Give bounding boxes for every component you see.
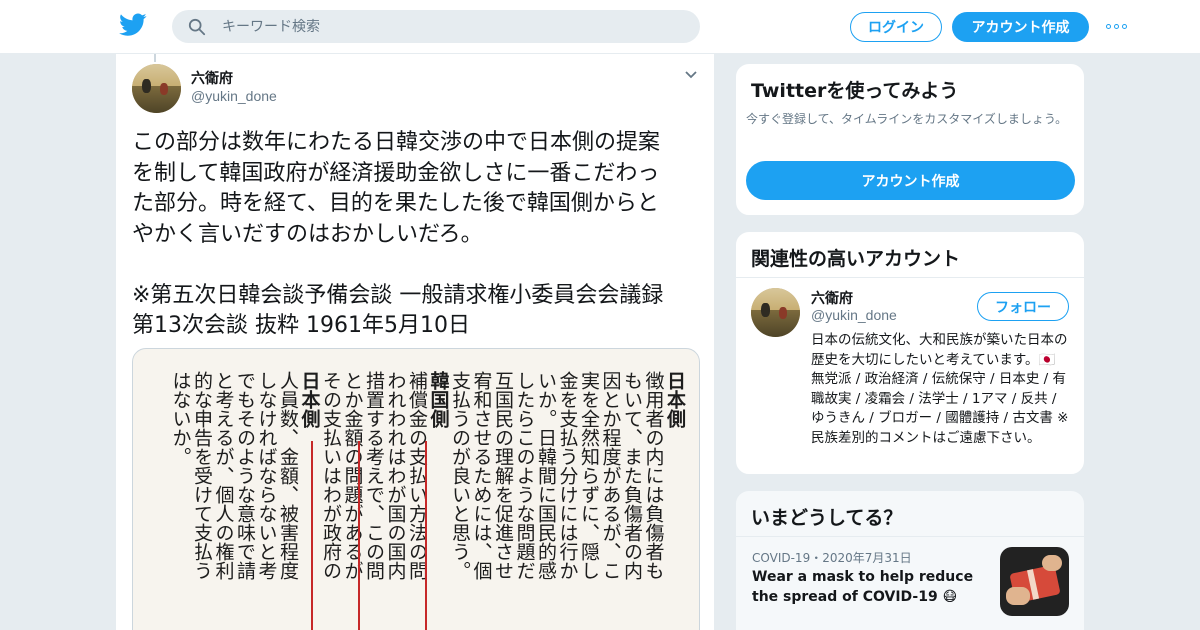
document-text-column: 支払うのが良いと思う。 [449, 371, 471, 580]
document-text-column: 互国民の理解を促進させ [492, 371, 514, 580]
document-text-column: したらこのような問題だ [513, 371, 536, 580]
document-text-column: はないか。 [169, 371, 192, 466]
document-text-column: もいて、また負傷者の内 [621, 371, 643, 580]
whats-happening-card: いまどうしてる？ COVID-19・2020年7月31日 Wear a mask… [735, 490, 1085, 630]
document-text-column: われわれはわが国の国内 [384, 371, 407, 580]
more-options-icon[interactable] [1106, 20, 1130, 32]
divider [736, 536, 1084, 537]
tweet-detail: 六衛府 @yukin_done この部分は数年にわたる日韓交渉の中で日本側の提案… [115, 54, 715, 630]
underline-mark [425, 441, 427, 630]
underline-mark [311, 441, 313, 630]
document-text-column: 因とか程度があるが、こ [599, 371, 622, 580]
tweet-image[interactable]: 日本側 徴用者の内には負傷者も もいて、また負傷者の内 因とか程度があるが、こ 実を全然… [132, 348, 700, 630]
document-text-column: とか金額の問題があるが [341, 371, 364, 580]
document-text-column: 人員数、金額、被害程度 [277, 371, 299, 580]
signup-button[interactable]: アカウント作成 [952, 12, 1089, 42]
document-text-column: 宥和させるためには、個 [470, 371, 493, 580]
document-text-column: 金を支払う分けには行か [556, 371, 579, 580]
chevron-down-icon[interactable] [684, 70, 698, 80]
document-text-column: と考えるが、個人の権利 [212, 371, 235, 580]
search-icon [188, 18, 206, 36]
related-accounts-card: 関連性の高いアカウント 六衛府 @yukin_done フォロー 日本の伝統文化… [735, 231, 1085, 475]
account-name[interactable]: 六衛府 [811, 288, 853, 308]
divider [736, 277, 1084, 278]
avatar[interactable] [132, 64, 181, 113]
card-description: 今すぐ登録して、タイムラインをカスタマイズしましょう。 [746, 112, 1068, 126]
follow-button[interactable]: フォロー [977, 292, 1069, 321]
trend-headline[interactable]: Wear a mask to help reduce the spread of… [752, 567, 992, 607]
card-title: いまどうしてる？ [751, 507, 903, 529]
document-text-column: 日本側 [664, 371, 686, 428]
signup-button[interactable]: アカウント作成 [746, 161, 1075, 200]
document-text-column: 的な申告を受けて支払う [191, 371, 213, 580]
card-title: 関連性の高いアカウント [751, 248, 961, 270]
document-text-column: 実を全然知らずに、隠し [578, 371, 600, 580]
tweet-author-name[interactable]: 六衛府 [191, 68, 233, 88]
document-text-column: その支払いはわが政府の [320, 371, 342, 580]
tweet-text: この部分は数年にわたる日韓交渉の中で日本側の提案 を制して韓国政府が経済援助金欲… [132, 130, 664, 338]
document-text-column: いか。日韓間に国民的感 [535, 371, 557, 580]
thread-connector [154, 54, 156, 62]
document-text-column: でもそのような意味で請 [234, 371, 256, 580]
document-text-column: 措置する考えで、この問 [363, 371, 385, 580]
twitter-bird-icon[interactable] [119, 13, 147, 37]
trend-thumbnail[interactable] [1000, 547, 1069, 616]
account-handle[interactable]: @yukin_done [811, 307, 897, 323]
underline-mark [358, 441, 360, 630]
account-bio: 日本の伝統文化、大和民族が築いた日本の歴史を大切にしたいと考えています。🇯🇵 無… [811, 332, 1069, 446]
search-bar[interactable] [172, 10, 700, 43]
card-title: Twitterを使ってみよう [751, 80, 959, 102]
login-button[interactable]: ログイン [850, 12, 942, 42]
tweet-author-handle[interactable]: @yukin_done [191, 88, 277, 104]
signup-prompt-card: Twitterを使ってみよう 今すぐ登録して、タイムラインをカスタマイズしましょ… [735, 63, 1085, 216]
document-text-column: 日本側 [298, 371, 321, 428]
document-text-column: しなければならないと考 [255, 371, 278, 580]
document-text-column: 徴用者の内には負傷者も [642, 371, 665, 580]
search-input[interactable] [222, 10, 682, 43]
avatar[interactable] [751, 288, 800, 337]
trend-meta: COVID-19・2020年7月31日 [752, 551, 912, 565]
document-text-column: 韓国側 [427, 371, 450, 428]
top-navigation-bar: ログイン アカウント作成 [0, 0, 1200, 54]
